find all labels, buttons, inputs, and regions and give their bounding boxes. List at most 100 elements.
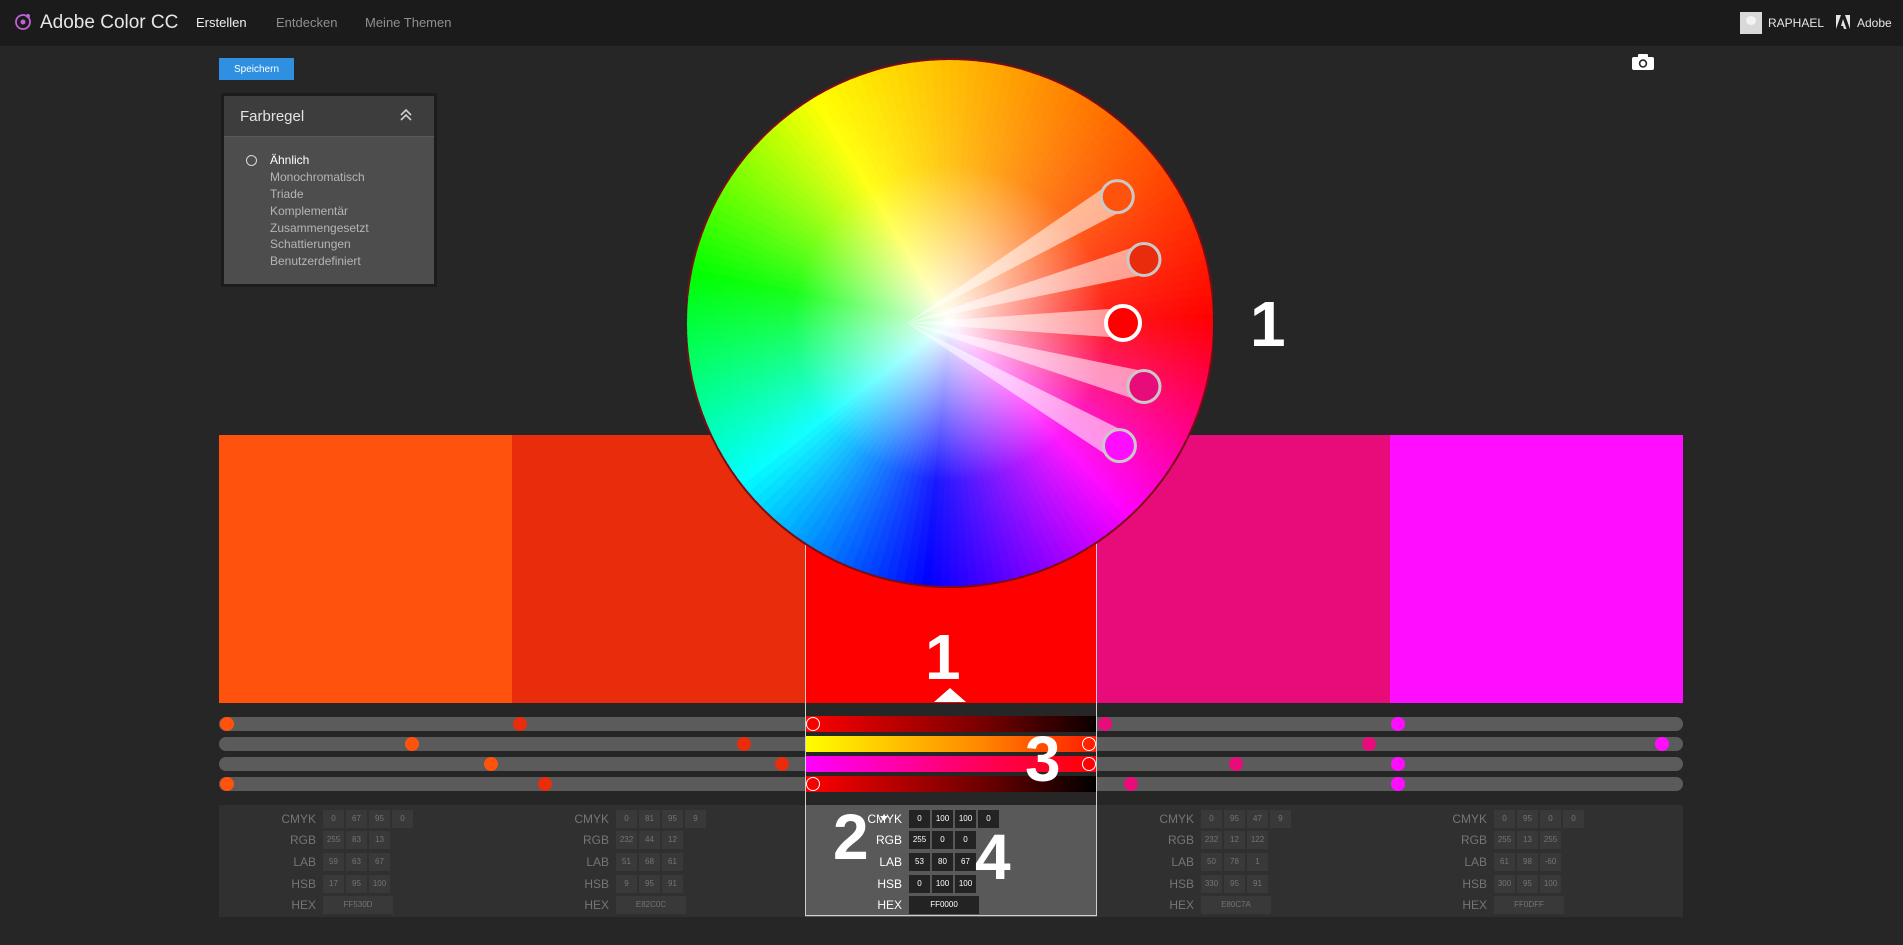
rule-option-aehnlich[interactable]: Ähnlich	[270, 153, 309, 167]
cmyk-value-field[interactable]: 47	[1247, 810, 1268, 828]
rgb-value-field[interactable]: 44	[639, 831, 660, 849]
hsb-value-field[interactable]: 95	[346, 875, 367, 893]
rgb-value-field[interactable]: 83	[346, 831, 367, 849]
color-wheel[interactable]	[687, 55, 1213, 590]
lab-value-field[interactable]: 61	[662, 853, 683, 871]
adobe-link[interactable]: Adobe	[1857, 16, 1892, 30]
rule-option-schattierungen[interactable]: Schattierungen	[270, 237, 351, 251]
cmyk-value-field[interactable]: 0	[1540, 810, 1561, 828]
hex-value-field[interactable]: FF530D	[323, 896, 393, 914]
adobe-icon[interactable]	[1836, 15, 1850, 29]
rule-option-komplementaer[interactable]: Komplementär	[270, 204, 348, 218]
hsb-value-field[interactable]: 95	[639, 875, 660, 893]
rgb-value-field[interactable]: 232	[616, 831, 637, 849]
rgb-value-field[interactable]: 255	[1494, 831, 1515, 849]
slider-knob[interactable]	[1391, 717, 1405, 731]
hex-value-field[interactable]: E80C7A	[1201, 896, 1271, 914]
color-swatch[interactable]	[1390, 435, 1683, 703]
slider-knob[interactable]	[405, 737, 419, 751]
slider-knob[interactable]	[513, 717, 527, 731]
color-swatch[interactable]	[219, 435, 512, 703]
hsb-value-field[interactable]: 95	[1224, 875, 1245, 893]
radio-icon[interactable]	[246, 155, 257, 166]
cmyk-value-field[interactable]: 0	[1563, 810, 1584, 828]
rgb-value-field[interactable]: 13	[1517, 831, 1538, 849]
color-handle[interactable]	[1126, 368, 1162, 404]
lab-value-field[interactable]: 51	[616, 853, 637, 871]
avatar-icon[interactable]	[1740, 12, 1762, 34]
color-handle[interactable]	[1126, 242, 1162, 278]
slider-knob[interactable]	[1098, 717, 1112, 731]
cmyk-value-field[interactable]: 95	[662, 810, 683, 828]
base-color-handle[interactable]	[1104, 304, 1142, 342]
lab-value-field[interactable]: 78	[1224, 853, 1245, 871]
slider-knob[interactable]	[1391, 757, 1405, 771]
hex-value-field[interactable]: FF0DFF	[1494, 896, 1564, 914]
rule-option-triade[interactable]: Triade	[270, 187, 304, 201]
color-handle[interactable]	[1099, 179, 1135, 215]
cmyk-value-field[interactable]: 95	[1224, 810, 1245, 828]
cmyk-value-field[interactable]: 9	[1270, 810, 1291, 828]
lab-value-field[interactable]: 98	[1517, 853, 1538, 871]
lab-value-field[interactable]: -60	[1540, 853, 1561, 871]
hsb-value-field[interactable]: 17	[323, 875, 344, 893]
rgb-value-field[interactable]: 13	[369, 831, 390, 849]
rgb-value-field[interactable]: 232	[1201, 831, 1222, 849]
rgb-value-field[interactable]: 122	[1247, 831, 1268, 849]
rgb-value-field[interactable]: 12	[1224, 831, 1245, 849]
rgb-value-field[interactable]: 255	[323, 831, 344, 849]
cmyk-value-field[interactable]: 95	[1517, 810, 1538, 828]
lab-value-field[interactable]: 1	[1247, 853, 1268, 871]
lab-value-field[interactable]: 61	[1494, 853, 1515, 871]
rule-option-benutzerdefiniert[interactable]: Benutzerdefiniert	[270, 254, 361, 268]
user-name[interactable]: RAPHAEL	[1768, 16, 1824, 30]
nav-erstellen[interactable]: Erstellen	[196, 15, 247, 30]
cmyk-value-field[interactable]: 95	[369, 810, 390, 828]
nav-meine-themen[interactable]: Meine Themen	[365, 15, 451, 30]
slider-knob[interactable]	[1362, 737, 1376, 751]
rule-option-zusammengesetzt[interactable]: Zusammengesetzt	[270, 221, 369, 235]
cmyk-value-field[interactable]: 81	[639, 810, 660, 828]
cmyk-value-field[interactable]: 9	[685, 810, 706, 828]
slider-knob[interactable]	[1391, 777, 1405, 791]
rule-option-monochromatisch[interactable]: Monochromatisch	[270, 170, 365, 184]
lab-value-field[interactable]: 50	[1201, 853, 1222, 871]
lab-value-field[interactable]: 67	[369, 853, 390, 871]
hsb-value-field[interactable]: 91	[662, 875, 683, 893]
hsb-value-field[interactable]: 300	[1494, 875, 1515, 893]
chevron-double-up-icon[interactable]	[399, 108, 413, 122]
cmyk-value-field[interactable]: 0	[1201, 810, 1222, 828]
cmyk-value-field[interactable]: 67	[346, 810, 367, 828]
save-button[interactable]: Speichern	[219, 58, 294, 80]
cmyk-value-field[interactable]: 0	[323, 810, 344, 828]
rgb-value-field[interactable]: 255	[1540, 831, 1561, 849]
hsb-value-field[interactable]: 100	[369, 875, 390, 893]
hsb-value-field[interactable]: 9	[616, 875, 637, 893]
camera-icon[interactable]	[1632, 54, 1654, 70]
cmyk-value-field[interactable]: 0	[616, 810, 637, 828]
cmyk-value-field[interactable]: 0	[1494, 810, 1515, 828]
slider-knob[interactable]	[220, 777, 234, 791]
lab-value-field[interactable]: 68	[639, 853, 660, 871]
slider-knob[interactable]	[775, 757, 789, 771]
hsb-value-field[interactable]: 95	[1517, 875, 1538, 893]
color-rule-header[interactable]: Farbregel	[224, 96, 434, 137]
nav-entdecken[interactable]: Entdecken	[276, 15, 337, 30]
slider-knob[interactable]	[538, 777, 552, 791]
slider-knob[interactable]	[1655, 737, 1669, 751]
cmyk-value-field[interactable]: 0	[392, 810, 413, 828]
lab-value-field[interactable]: 59	[323, 853, 344, 871]
slider-knob[interactable]	[484, 757, 498, 771]
slider-knob[interactable]	[737, 737, 751, 751]
hsb-value-field[interactable]: 330	[1201, 875, 1222, 893]
hsb-value-field[interactable]: 100	[1540, 875, 1561, 893]
slider-knob[interactable]	[1124, 777, 1138, 791]
hsb-value-field[interactable]: 91	[1247, 875, 1268, 893]
rgb-value-field[interactable]: 12	[662, 831, 683, 849]
slider-knob[interactable]	[220, 717, 234, 731]
adobe-color-logo-icon[interactable]	[14, 13, 32, 31]
hex-value-field[interactable]: E82C0C	[616, 896, 686, 914]
app-title[interactable]: Adobe Color CC	[40, 12, 178, 34]
slider-knob[interactable]	[1229, 757, 1243, 771]
lab-value-field[interactable]: 63	[346, 853, 367, 871]
